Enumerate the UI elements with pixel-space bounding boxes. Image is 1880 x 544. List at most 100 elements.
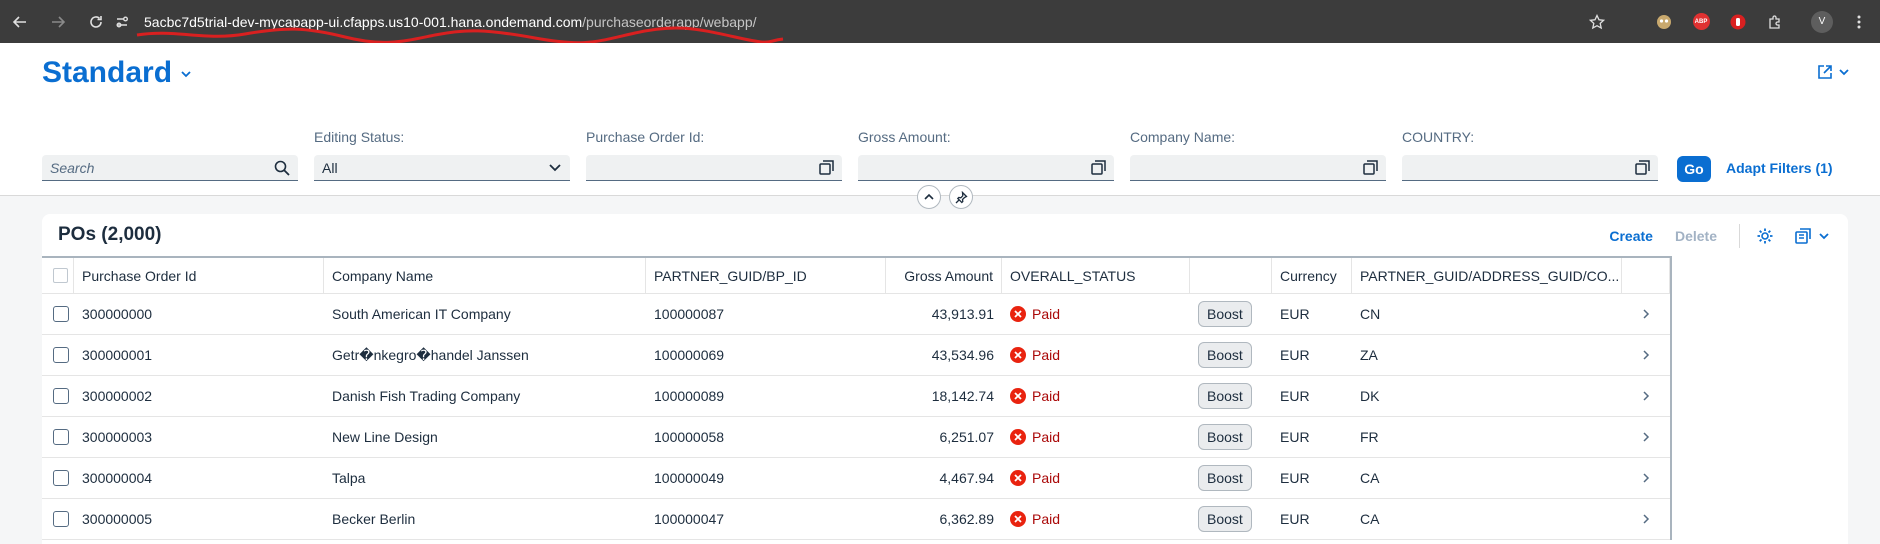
row-nav-chevron-icon[interactable] — [1622, 376, 1670, 416]
bookmark-star-icon[interactable] — [1586, 11, 1608, 33]
settings-gear-icon[interactable] — [1756, 227, 1774, 245]
table-row[interactable]: 300000005 Becker Berlin 100000047 6,362.89 P… — [42, 499, 1670, 540]
gross-amount-label: Gross Amount: — [858, 129, 951, 145]
boost-button[interactable]: Boost — [1198, 506, 1252, 532]
table-row[interactable]: 300000000 South American IT Company 100000… — [42, 294, 1670, 335]
gross-amount-filter: Gross Amount: — [858, 129, 1114, 181]
delete-button[interactable]: Delete — [1675, 228, 1717, 244]
extension-face-icon[interactable] — [1653, 11, 1675, 33]
editing-status-select[interactable]: All — [314, 155, 570, 181]
hand-stop-icon[interactable] — [1727, 11, 1749, 33]
forward-icon[interactable] — [46, 10, 70, 34]
column-header-po-id[interactable]: Purchase Order Id — [74, 258, 324, 293]
reload-icon[interactable] — [84, 10, 108, 34]
checkbox-box — [53, 470, 69, 486]
table-panel: POs (2,000) Create Delete Purchase Order… — [42, 214, 1848, 544]
chevron-down-icon[interactable] — [548, 160, 562, 177]
pin-header-button[interactable] — [949, 185, 973, 209]
share-button[interactable] — [1816, 63, 1850, 81]
row-nav-chevron-icon[interactable] — [1622, 335, 1670, 375]
table-row[interactable]: 300000003 New Line Design 100000058 6,251.0… — [42, 417, 1670, 458]
boost-cell: Boost — [1190, 294, 1272, 334]
row-select-checkbox[interactable] — [42, 417, 74, 457]
value-help-icon[interactable] — [1635, 160, 1650, 178]
go-button[interactable]: Go — [1677, 156, 1711, 182]
profile-initial: V — [1811, 10, 1833, 33]
editing-status-label: Editing Status: — [314, 129, 405, 145]
boost-button[interactable]: Boost — [1198, 342, 1252, 368]
column-header-currency[interactable]: Currency — [1272, 258, 1352, 293]
error-icon — [1010, 470, 1026, 486]
boost-button[interactable]: Boost — [1198, 301, 1252, 327]
table-row[interactable]: 300000001 Getr�nkegro�handel Janssen 10000… — [42, 335, 1670, 376]
column-header-nav — [1622, 258, 1670, 293]
back-icon[interactable] — [8, 10, 32, 34]
browser-menu-icon[interactable] — [1848, 11, 1870, 33]
row-nav-chevron-icon[interactable] — [1622, 294, 1670, 334]
row-nav-chevron-icon[interactable] — [1622, 458, 1670, 498]
row-select-checkbox[interactable] — [42, 335, 74, 375]
site-info-icon[interactable] — [112, 12, 132, 32]
value-help-icon[interactable] — [819, 160, 834, 178]
search-icon[interactable] — [274, 160, 290, 179]
column-header-company[interactable]: Company Name — [324, 258, 646, 293]
company-name-input[interactable] — [1130, 155, 1386, 181]
select-all-checkbox[interactable] — [42, 258, 74, 293]
country-filter: COUNTRY: — [1402, 129, 1658, 181]
company-cell: Talpa — [332, 470, 366, 486]
bp-id-cell: 100000069 — [654, 347, 725, 363]
extensions-puzzle-icon[interactable] — [1764, 11, 1786, 33]
row-select-checkbox[interactable] — [42, 294, 74, 334]
boost-button[interactable]: Boost — [1198, 465, 1252, 491]
checkbox-box — [53, 511, 69, 527]
table-row[interactable]: 300000004 Talpa 100000049 4,467.94 Paid Boost… — [42, 458, 1670, 499]
editing-status-value: All — [322, 159, 338, 176]
adblock-plus-icon[interactable]: ABP — [1690, 11, 1712, 33]
checkbox-box — [53, 388, 69, 404]
currency-cell: EUR — [1280, 511, 1310, 527]
create-button[interactable]: Create — [1609, 228, 1653, 244]
table-body: 300000000 South American IT Company 100000… — [42, 294, 1670, 540]
search-input[interactable]: Search — [42, 155, 298, 181]
gross-amount-input[interactable] — [858, 155, 1114, 181]
gross-amount-cell: 6,362.89 — [939, 511, 995, 527]
row-select-checkbox[interactable] — [42, 376, 74, 416]
country-input[interactable] — [1402, 155, 1658, 181]
po-id-cell: 300000002 — [82, 388, 153, 404]
collapse-header-button[interactable] — [917, 185, 941, 209]
po-id-cell: 300000004 — [82, 470, 153, 486]
table-row[interactable]: 300000002 Danish Fish Trading Company 1000… — [42, 376, 1670, 417]
column-header-gross[interactable]: Gross Amount — [886, 258, 1002, 293]
column-header-country[interactable]: PARTNER_GUID/ADDRESS_GUID/CO... — [1352, 258, 1622, 293]
status-indicator: Paid — [1010, 429, 1060, 445]
value-help-icon[interactable] — [1091, 160, 1106, 178]
export-icon[interactable] — [1794, 227, 1812, 245]
row-nav-chevron-icon[interactable] — [1622, 417, 1670, 457]
checkbox-box — [53, 429, 69, 445]
filter-bar: Search Editing Status: All Purchase Orde… — [42, 129, 1842, 189]
value-help-icon[interactable] — [1363, 160, 1378, 178]
row-select-checkbox[interactable] — [42, 458, 74, 498]
gross-amount-cell: 18,142.74 — [931, 388, 994, 404]
status-indicator: Paid — [1010, 388, 1060, 404]
currency-cell: EUR — [1280, 306, 1310, 322]
variant-selector[interactable]: Standard — [42, 56, 192, 90]
row-nav-chevron-icon[interactable] — [1622, 499, 1670, 539]
country-cell: DK — [1360, 388, 1380, 404]
column-header-status[interactable]: OVERALL_STATUS — [1002, 258, 1190, 293]
purchase-orders-table: Purchase Order Id Company Name PARTNER_G… — [42, 256, 1672, 540]
country-cell: FR — [1360, 429, 1379, 445]
chevron-down-icon[interactable] — [1818, 230, 1830, 242]
chevron-down-icon[interactable] — [180, 67, 192, 85]
share-icon — [1818, 65, 1832, 79]
boost-button[interactable]: Boost — [1198, 424, 1252, 450]
status-text: Paid — [1032, 388, 1061, 404]
company-cell: Getr�nkegro�handel Janssen — [332, 346, 529, 363]
purchase-order-id-input[interactable] — [586, 155, 842, 181]
boost-button[interactable]: Boost — [1198, 383, 1252, 409]
profile-avatar[interactable]: V — [1811, 10, 1833, 33]
column-header-bp-id[interactable]: PARTNER_GUID/BP_ID — [646, 258, 886, 293]
row-select-checkbox[interactable] — [42, 499, 74, 539]
table-toolbar: POs (2,000) Create Delete — [42, 214, 1848, 256]
adapt-filters-button[interactable]: Adapt Filters (1) — [1726, 160, 1833, 176]
